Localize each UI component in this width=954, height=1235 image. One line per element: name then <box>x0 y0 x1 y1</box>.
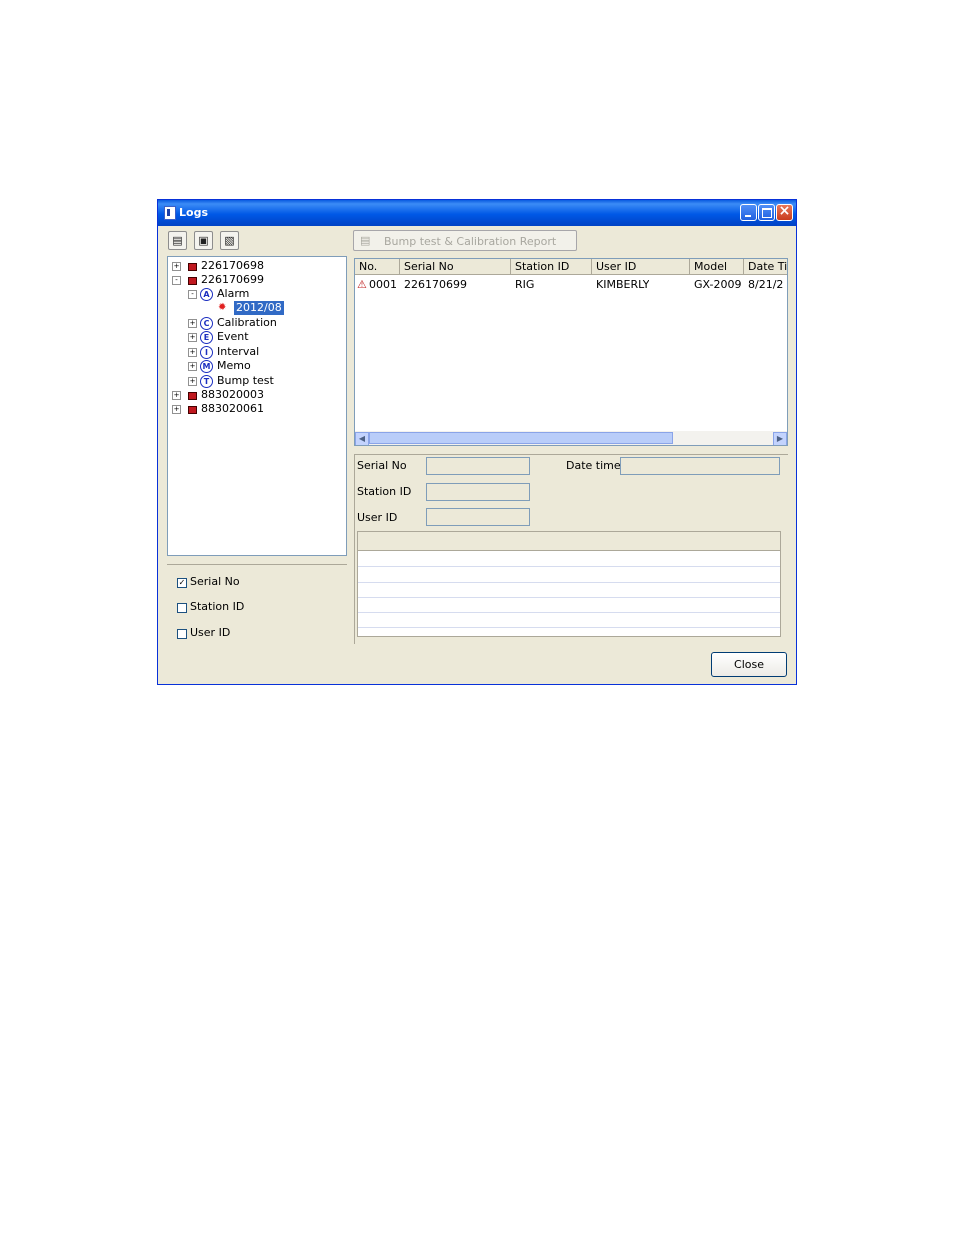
printer-icon: ▤ <box>360 234 371 247</box>
expand-icon[interactable]: + <box>172 262 181 271</box>
logs-window: Logs ▤ ▣ ▧ ▤ Bump test & Calibration Rep… <box>157 199 797 685</box>
tree-node-label: Bump test <box>217 374 274 387</box>
bump-test-calibration-report-button[interactable]: ▤ Bump test & Calibration Report <box>353 230 577 251</box>
cell-model: GX-2009 <box>694 278 742 291</box>
column-header-station-id[interactable]: Station ID <box>511 259 592 275</box>
tree-node-label: Calibration <box>217 316 277 329</box>
clipboard-icon: ▧ <box>224 234 235 247</box>
tree-node-label: Event <box>217 330 249 343</box>
grid-row-line <box>358 597 780 598</box>
calibration-icon: C <box>200 317 213 330</box>
tree-node-label: 2012/08 <box>234 301 284 315</box>
checkbox-label: Serial No <box>190 575 240 588</box>
alarm-icon: A <box>200 288 213 301</box>
cell-serial-no: 226170699 <box>404 278 467 291</box>
expand-icon[interactable]: + <box>188 362 197 371</box>
expand-icon[interactable]: + <box>172 405 181 414</box>
date-time-label: Date time <box>566 459 621 472</box>
minimize-button[interactable] <box>740 204 757 221</box>
log-list[interactable]: No. Serial No Station ID User ID Model D… <box>354 258 788 446</box>
checkbox-unchecked[interactable] <box>177 629 187 639</box>
grid-row-line <box>358 582 780 583</box>
cell-user-id: KIMBERLY <box>596 278 650 291</box>
column-header-serial-no[interactable]: Serial No <box>400 259 511 275</box>
station-id-field[interactable] <box>426 483 530 501</box>
grid-row-line <box>358 627 780 628</box>
device-icon <box>188 263 197 271</box>
event-icon: E <box>200 331 213 344</box>
checkbox-label: Station ID <box>190 600 245 613</box>
cell-date-time: 8/21/2 <box>748 278 784 291</box>
grid-row-line <box>358 566 780 567</box>
detail-panel: Serial No Date time Station ID User ID <box>354 454 788 644</box>
window-title: Logs <box>179 206 208 219</box>
interval-icon: I <box>200 346 213 359</box>
tree-node-label: 226170699 <box>201 273 264 286</box>
clipboard-button[interactable]: ▧ <box>220 231 239 250</box>
collapse-icon[interactable]: - <box>188 290 197 299</box>
floppy-disk-icon: ▣ <box>198 234 209 247</box>
alarm-log-icon: ✹ <box>218 302 227 313</box>
column-header-no[interactable]: No. <box>355 259 400 275</box>
device-icon <box>188 277 197 285</box>
scroll-thumb[interactable] <box>369 432 673 444</box>
user-id-label: User ID <box>357 511 398 524</box>
grid-row-line <box>358 612 780 613</box>
station-id-label: Station ID <box>357 485 412 498</box>
checkbox-unchecked[interactable] <box>177 603 187 613</box>
print-button[interactable]: ▤ <box>168 231 187 250</box>
tree-node-label: Alarm <box>217 287 250 300</box>
save-button[interactable]: ▣ <box>194 231 213 250</box>
maximize-button[interactable] <box>758 204 775 221</box>
expand-icon[interactable]: + <box>188 333 197 342</box>
tree-node-label: Interval <box>217 345 260 358</box>
checkbox-checked[interactable]: ✓ <box>177 578 187 588</box>
app-icon <box>164 206 176 220</box>
column-header-model[interactable]: Model <box>690 259 744 275</box>
user-id-field[interactable] <box>426 508 530 526</box>
checkbox-label: User ID <box>190 626 231 639</box>
alarm-row-icon: ⚠ <box>357 278 367 291</box>
report-button-label: Bump test & Calibration Report <box>384 235 557 248</box>
scroll-left-icon[interactable]: ◀ <box>355 432 369 445</box>
expand-icon[interactable]: + <box>172 391 181 400</box>
grid-header <box>358 532 780 551</box>
tree-node-label: 883020061 <box>201 402 264 415</box>
date-time-field[interactable] <box>620 457 780 475</box>
filter-panel: ✓ Serial No Station ID User ID <box>167 564 347 646</box>
expand-icon[interactable]: + <box>188 377 197 386</box>
detail-grid[interactable] <box>357 531 781 637</box>
title-bar[interactable]: Logs <box>158 200 796 226</box>
serial-no-label: Serial No <box>357 459 407 472</box>
close-window-button[interactable] <box>776 204 793 221</box>
bump-test-icon: T <box>200 375 213 388</box>
cell-no: 0001 <box>369 278 397 291</box>
column-header-date-time[interactable]: Date Ti <box>744 259 787 275</box>
collapse-icon[interactable]: - <box>172 276 181 285</box>
printer-icon: ▤ <box>172 234 183 247</box>
device-icon <box>188 406 197 414</box>
device-icon <box>188 392 197 400</box>
column-header-user-id[interactable]: User ID <box>592 259 690 275</box>
cell-station-id: RIG <box>515 278 535 291</box>
log-tree[interactable]: + 226170698 - 226170699 - A Alarm ✹ 2012… <box>167 256 347 556</box>
tree-node-label: Memo <box>217 359 251 372</box>
serial-no-field[interactable] <box>426 457 530 475</box>
expand-icon[interactable]: + <box>188 348 197 357</box>
tree-node-label: 226170698 <box>201 259 264 272</box>
memo-icon: M <box>200 360 213 373</box>
expand-icon[interactable]: + <box>188 319 197 328</box>
horizontal-scrollbar[interactable]: ◀ ▶ <box>355 431 787 445</box>
close-button[interactable]: Close <box>711 652 787 677</box>
tree-node-label: 883020003 <box>201 388 264 401</box>
scroll-right-icon[interactable]: ▶ <box>773 432 787 445</box>
